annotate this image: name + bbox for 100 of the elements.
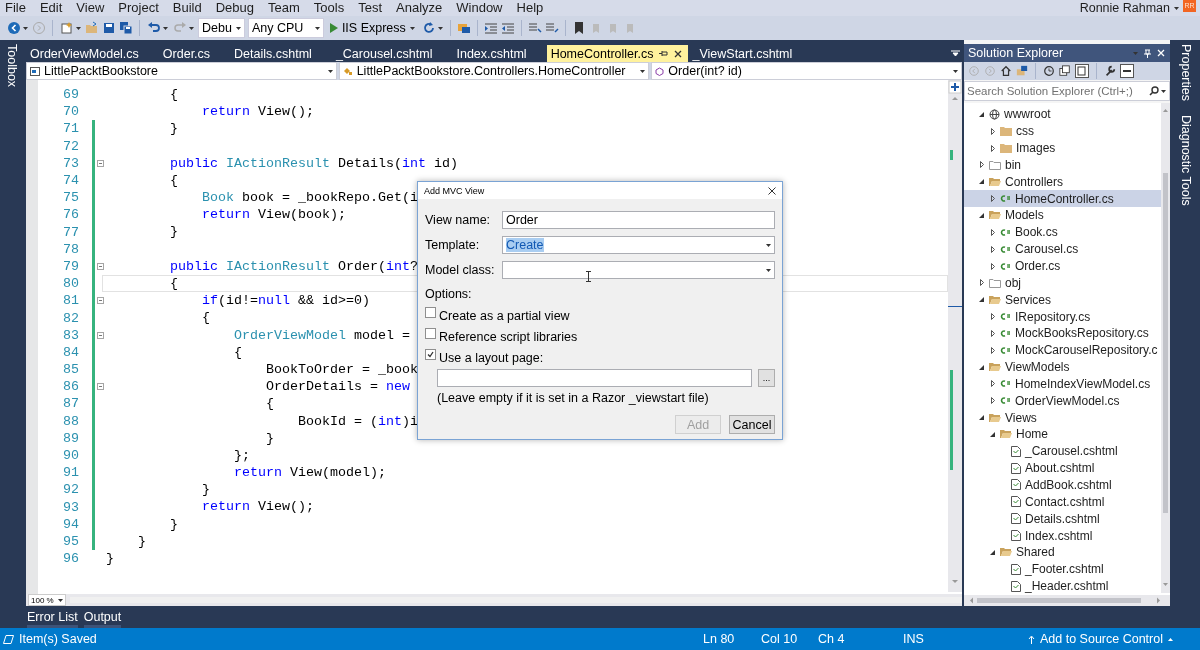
tree-item[interactable]: Details.cshtml bbox=[964, 510, 1161, 528]
document-tab[interactable]: HomeController.cs bbox=[546, 45, 689, 62]
collapsed-arrow-icon[interactable] bbox=[990, 195, 995, 203]
collapsed-arrow-icon[interactable] bbox=[990, 228, 995, 236]
input-field[interactable] bbox=[437, 369, 752, 387]
expanded-arrow-icon[interactable] bbox=[979, 179, 984, 185]
collapse-icon[interactable] bbox=[97, 159, 104, 167]
checkbox[interactable] bbox=[425, 307, 436, 318]
checkbox-label[interactable]: Reference script libraries bbox=[439, 329, 578, 344]
search-field[interactable]: Search Solution Explorer (Ctrl+;) bbox=[964, 81, 1170, 101]
tree-item[interactable]: MockCarouselRepository.c bbox=[964, 341, 1161, 359]
project-dropdown[interactable]: LittlePacktBookstore bbox=[26, 62, 337, 80]
vertical-scrollbar[interactable] bbox=[948, 80, 962, 592]
input-field[interactable]: Order bbox=[502, 211, 775, 229]
tree-item[interactable]: Controllers bbox=[964, 173, 1161, 191]
tree-item[interactable]: HomeController.cs bbox=[964, 190, 1161, 208]
tree-item[interactable]: _Footer.cshtml bbox=[964, 560, 1161, 578]
vertical-scrollbar[interactable] bbox=[1161, 103, 1170, 593]
menu-item[interactable]: Test bbox=[351, 0, 389, 16]
type-dropdown[interactable]: LittlePacktBookstore.Controllers.HomeController bbox=[338, 62, 650, 80]
tree-item[interactable]: ViewModels bbox=[964, 358, 1161, 376]
undo-icon[interactable] bbox=[147, 21, 161, 35]
menu-item[interactable]: File bbox=[0, 0, 33, 16]
tree-item[interactable]: wwwroot bbox=[964, 106, 1161, 123]
checkbox[interactable] bbox=[425, 328, 436, 339]
tree-item[interactable]: Images bbox=[964, 139, 1161, 157]
collapsed-arrow-icon[interactable] bbox=[990, 397, 995, 405]
save-icon[interactable] bbox=[102, 21, 116, 35]
browse-button[interactable]: ... bbox=[758, 369, 775, 387]
document-tab[interactable]: Index.cshtml bbox=[452, 45, 547, 62]
collapse-icon[interactable] bbox=[97, 262, 104, 270]
tree-item[interactable]: About.cshtml bbox=[964, 459, 1161, 477]
tree-item[interactable]: HomeIndexViewModel.cs bbox=[964, 375, 1161, 393]
tree-item[interactable]: Shared bbox=[964, 543, 1161, 561]
document-tab[interactable]: Order.cs bbox=[158, 45, 231, 62]
tree-item[interactable]: AddBook.cshtml bbox=[964, 476, 1161, 494]
run-button[interactable]: IIS Express bbox=[326, 21, 418, 35]
expanded-arrow-icon[interactable] bbox=[979, 415, 984, 421]
menu-item[interactable]: Build bbox=[165, 0, 209, 16]
collapsed-arrow-icon[interactable] bbox=[990, 329, 995, 337]
member-dropdown[interactable]: Order(int? id) bbox=[651, 62, 962, 80]
expanded-arrow-icon[interactable] bbox=[979, 297, 984, 303]
tree-item[interactable]: Order.cs bbox=[964, 257, 1161, 275]
collapse-icon[interactable] bbox=[97, 331, 104, 339]
expanded-arrow-icon[interactable] bbox=[979, 111, 984, 117]
menu-item[interactable]: Project bbox=[111, 0, 166, 16]
document-tab[interactable]: _Carousel.cshtml bbox=[331, 45, 453, 62]
dialog-button[interactable]: Cancel bbox=[729, 415, 775, 434]
menu-item[interactable]: Analyze bbox=[389, 0, 450, 16]
collapse-icon[interactable] bbox=[97, 383, 104, 391]
refresh-icon[interactable] bbox=[421, 21, 436, 35]
tree-item[interactable]: IRepository.cs bbox=[964, 308, 1161, 325]
collapsed-arrow-icon[interactable] bbox=[979, 279, 984, 287]
collapsed-arrow-icon[interactable] bbox=[990, 313, 995, 321]
user-name[interactable]: Ronnie Rahman bbox=[1079, 1, 1170, 15]
history-icon[interactable] bbox=[1043, 65, 1055, 77]
tree-item[interactable]: _Carousel.cshtml bbox=[964, 442, 1161, 460]
collapsed-arrow-icon[interactable] bbox=[990, 346, 995, 354]
tree-item[interactable]: bin bbox=[964, 156, 1161, 174]
browser-link-icon[interactable] bbox=[456, 21, 471, 35]
tree-item[interactable]: Index.cshtml bbox=[964, 527, 1161, 544]
tree-item[interactable]: OrderViewModel.cs bbox=[964, 392, 1161, 410]
checkbox-label[interactable]: Create as a partial view bbox=[439, 308, 570, 323]
expanded-arrow-icon[interactable] bbox=[990, 549, 995, 555]
tab-list-icon[interactable] bbox=[951, 50, 960, 57]
collapsed-arrow-icon[interactable] bbox=[979, 161, 984, 169]
tree-item[interactable]: MockBooksRepository.cs bbox=[964, 324, 1161, 342]
checkbox[interactable] bbox=[425, 349, 436, 360]
menu-item[interactable]: Edit bbox=[32, 0, 70, 16]
zoom-dropdown[interactable]: 100 % bbox=[28, 594, 66, 606]
tree-item[interactable]: Carousel.cs bbox=[964, 240, 1161, 258]
menu-item[interactable]: Tools bbox=[306, 0, 352, 16]
new-project-icon[interactable] bbox=[60, 21, 74, 35]
collapsed-arrow-icon[interactable] bbox=[990, 262, 995, 270]
configuration-dropdown[interactable]: Debu bbox=[198, 18, 245, 38]
close-icon[interactable] bbox=[768, 186, 776, 195]
tree-item[interactable]: Models bbox=[964, 207, 1161, 224]
tree-item[interactable]: obj bbox=[964, 274, 1161, 292]
indent-icon[interactable] bbox=[483, 21, 498, 35]
tree-item[interactable]: Views bbox=[964, 409, 1161, 427]
toolbox-tab[interactable]: Toolbox bbox=[5, 42, 19, 90]
wrench-icon[interactable] bbox=[1104, 65, 1116, 77]
document-tab[interactable]: _ViewStart.cshtml bbox=[688, 45, 813, 62]
outdent-icon[interactable] bbox=[500, 21, 515, 35]
sync-icon[interactable] bbox=[1016, 65, 1028, 77]
collapse-icon[interactable] bbox=[97, 297, 104, 305]
collapse-all-icon[interactable] bbox=[1059, 65, 1071, 77]
source-control-button[interactable]: Add to Source Control bbox=[1028, 632, 1173, 646]
tree-item[interactable]: Book.cs bbox=[964, 223, 1161, 241]
close-icon[interactable] bbox=[674, 49, 683, 58]
menu-item[interactable]: Debug bbox=[208, 0, 261, 16]
tree-item[interactable]: Home bbox=[964, 426, 1161, 443]
tree-item[interactable]: Contact.cshtml bbox=[964, 493, 1161, 511]
menu-item[interactable]: Help bbox=[509, 0, 551, 16]
collapsed-arrow-icon[interactable] bbox=[990, 127, 995, 135]
search-icon[interactable] bbox=[1149, 86, 1159, 96]
home-icon[interactable] bbox=[1000, 65, 1012, 77]
menu-item[interactable]: View bbox=[69, 0, 112, 16]
collapsed-arrow-icon[interactable] bbox=[990, 380, 995, 388]
pin-icon[interactable] bbox=[659, 50, 669, 57]
